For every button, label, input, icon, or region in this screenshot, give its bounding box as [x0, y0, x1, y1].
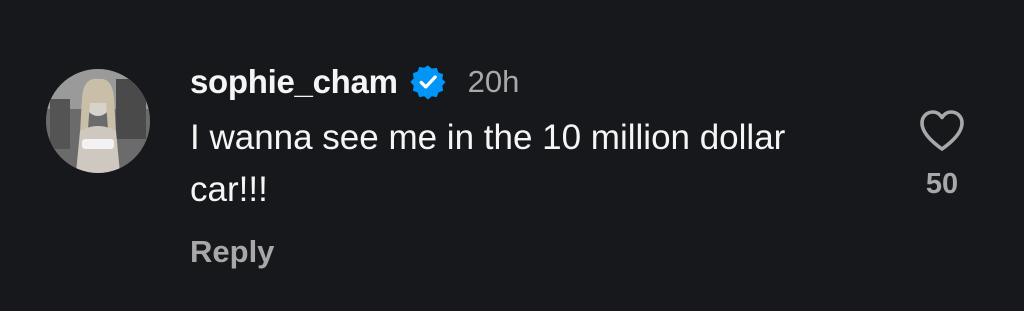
comment-text: I wanna see me in the 10 million dollar … [190, 118, 786, 209]
comment-timestamp: 20h [467, 64, 520, 99]
comment-body: sophie_cham 20h I wanna see me in the 10… [190, 60, 830, 270]
avatar[interactable] [46, 69, 150, 173]
like-count: 50 [925, 168, 959, 200]
comment-item: sophie_cham 20h I wanna see me in the 10… [0, 0, 1024, 311]
verified-badge-icon [410, 64, 446, 100]
reply-button[interactable]: Reply [190, 234, 274, 270]
avatar-image [46, 69, 150, 173]
heart-outline-icon[interactable] [918, 108, 966, 152]
comment-header: sophie_cham 20h [190, 60, 830, 104]
username[interactable]: sophie_cham [190, 63, 398, 101]
like-control: 50 [910, 108, 974, 201]
